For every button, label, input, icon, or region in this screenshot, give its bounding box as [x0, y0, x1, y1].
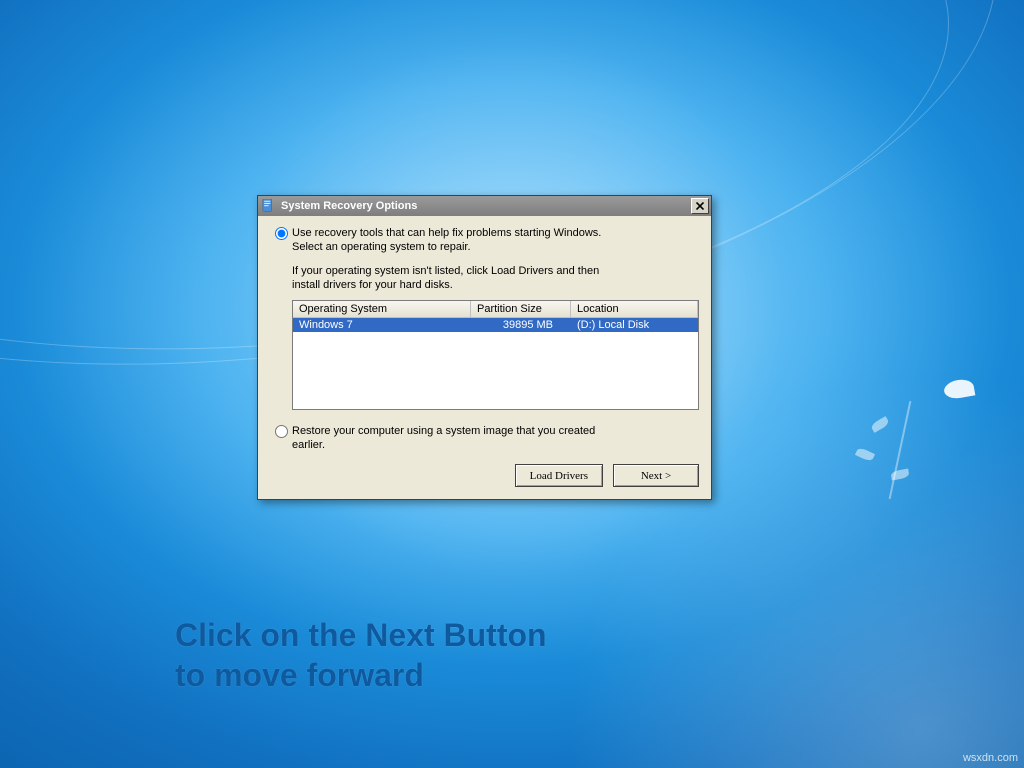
- option-restore-image-label: Restore your computer using a system ima…: [292, 424, 699, 452]
- system-recovery-dialog: System Recovery Options Use recovery too…: [257, 195, 712, 500]
- close-button[interactable]: [691, 198, 709, 214]
- radio-recovery-tools[interactable]: [275, 227, 288, 240]
- dialog-titlebar[interactable]: System Recovery Options: [258, 196, 711, 216]
- radio-restore-image[interactable]: [275, 425, 288, 438]
- option-recovery-tools[interactable]: Use recovery tools that can help fix pro…: [270, 226, 699, 254]
- option-recovery-tools-label: Use recovery tools that can help fix pro…: [292, 226, 699, 254]
- option-restore-image[interactable]: Restore your computer using a system ima…: [270, 424, 699, 452]
- desktop-background: System Recovery Options Use recovery too…: [0, 0, 1024, 768]
- recovery-icon: [261, 198, 277, 214]
- watermark: wsxdn.com: [963, 752, 1018, 764]
- cell-os: Windows 7: [293, 318, 471, 332]
- cell-partition: 39895 MB: [471, 318, 571, 332]
- decorative-leaf: [870, 416, 890, 433]
- column-location[interactable]: Location: [571, 301, 698, 317]
- os-list[interactable]: Operating System Partition Size Location…: [292, 300, 699, 410]
- load-drivers-button[interactable]: Load Drivers: [515, 464, 603, 487]
- column-partition[interactable]: Partition Size: [471, 301, 571, 317]
- os-list-header: Operating System Partition Size Location: [293, 301, 698, 318]
- cell-location: (D:) Local Disk: [571, 318, 698, 332]
- dialog-button-row: Load Drivers Next >: [270, 464, 699, 487]
- column-os[interactable]: Operating System: [293, 301, 471, 317]
- os-list-row[interactable]: Windows 7 39895 MB (D:) Local Disk: [293, 318, 698, 332]
- load-drivers-hint: If your operating system isn't listed, c…: [292, 264, 699, 292]
- instruction-caption: Click on the Next Button to move forward: [175, 615, 547, 695]
- decorative-leaf: [855, 447, 875, 463]
- dialog-body: Use recovery tools that can help fix pro…: [258, 216, 711, 499]
- close-icon: [696, 202, 704, 210]
- dialog-title: System Recovery Options: [281, 200, 691, 212]
- next-button[interactable]: Next >: [613, 464, 699, 487]
- decorative-leaf: [890, 469, 909, 481]
